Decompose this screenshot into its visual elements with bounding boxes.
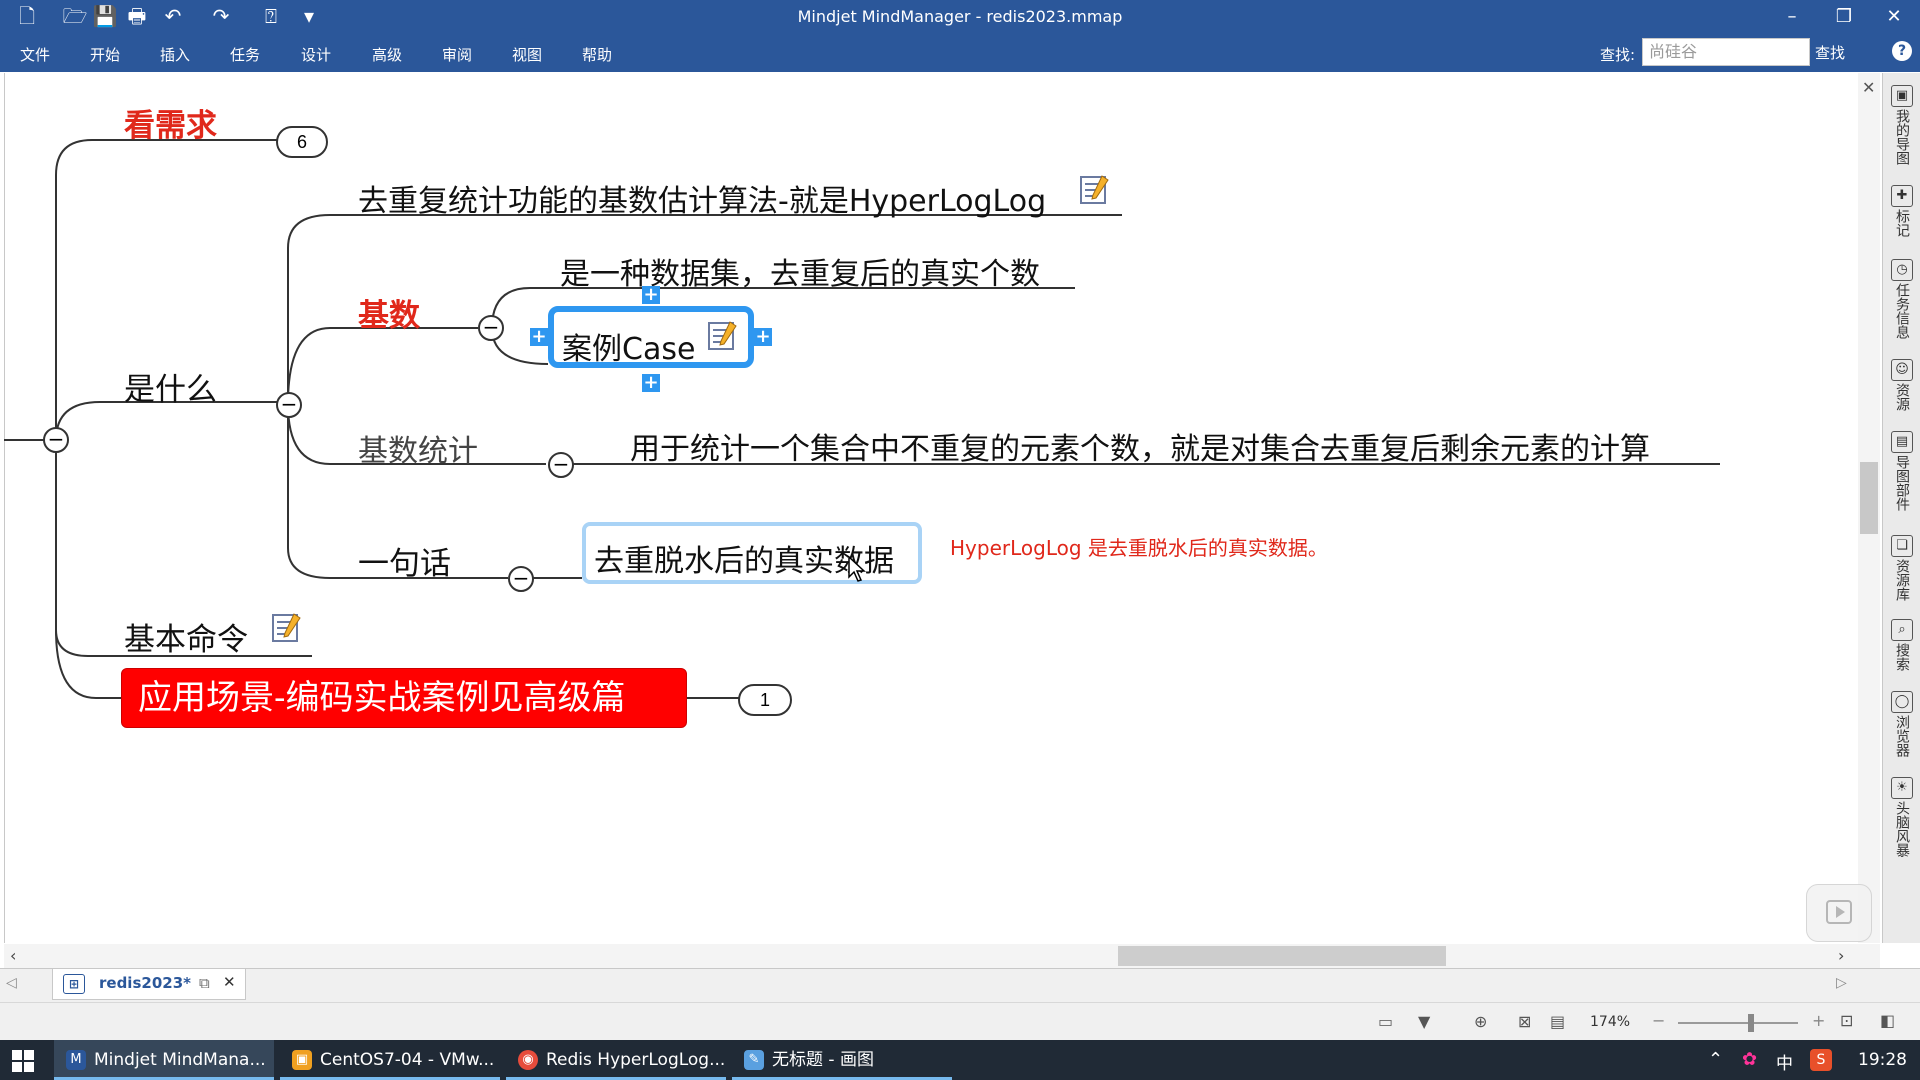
note-icon[interactable] xyxy=(270,610,302,644)
zoom-level: 174% xyxy=(1590,1014,1631,1030)
taskbar-item-vmware[interactable]: ▣ CentOS7-04 - VMw... xyxy=(280,1040,500,1080)
paint-app-icon: ✎ xyxy=(744,1050,764,1070)
topic-yijuhua-definition-box[interactable]: 去重脱水后的真实数据 xyxy=(582,522,922,584)
topic-jishu-definition[interactable]: 是一种数据集，去重复后的真实个数 xyxy=(560,249,1040,293)
topic-yingyong-changjing[interactable]: 应用场景-编码实战案例见高级篇 xyxy=(121,668,687,728)
tray-app-icon[interactable]: ✿ xyxy=(1742,1049,1757,1070)
status-bar: ▭ ▼ ⊕ ⊠ ▤ 174% − + ⊡ ◧ xyxy=(0,1002,1920,1041)
tray-expand-icon[interactable]: ⌃ xyxy=(1708,1049,1723,1070)
my-maps-icon: ▣ xyxy=(1891,85,1913,107)
document-tab-bar: ◁ ⊞ redis2023* ⧉ ✕ ▷ xyxy=(0,968,1920,1003)
collapse-jishu-button[interactable]: − xyxy=(478,315,504,341)
topic-shi-shenme[interactable]: 是什么 xyxy=(124,364,217,409)
topic-kan-xuqiu[interactable]: 看需求 xyxy=(124,100,217,145)
resources-icon: ☺ xyxy=(1891,359,1913,381)
scroll-right-icon[interactable]: › xyxy=(1838,946,1844,965)
add-topic-bottom-icon[interactable]: + xyxy=(642,374,660,392)
vertical-scroll-thumb[interactable] xyxy=(1860,462,1878,534)
tab-scroll-left-icon[interactable]: ◁ xyxy=(6,975,17,991)
search-icon: ⌕ xyxy=(1891,619,1913,641)
mindmap-file-icon: ⊞ xyxy=(63,974,85,994)
topic-hll-definition[interactable]: 去重复统计功能的基数估计算法-就是HyperLogLog xyxy=(358,176,1046,220)
library-icon: ❏ xyxy=(1891,535,1913,557)
collapse-jishutongji-button[interactable]: − xyxy=(548,452,574,478)
layout-menu-icon[interactable]: ◧ xyxy=(1880,1011,1895,1030)
taskbar-item-mindmanager[interactable]: M Mindjet MindMana... xyxy=(54,1040,274,1080)
windows-start-icon[interactable] xyxy=(12,1050,34,1072)
taskbar-item-paint[interactable]: ✎ 无标题 - 画图 xyxy=(732,1040,952,1080)
collapsed-count-badge-2[interactable]: 1 xyxy=(738,684,792,716)
tab-close-icon[interactable]: ✕ xyxy=(223,973,236,991)
outline-view-icon[interactable]: ▭ xyxy=(1378,1012,1393,1031)
close-icon[interactable]: ✕ xyxy=(1874,4,1914,30)
topic-jiben-mingling[interactable]: 基本命令 xyxy=(124,614,248,659)
play-icon xyxy=(1826,900,1852,924)
collapse-shishenme-button[interactable]: − xyxy=(276,392,302,418)
vmware-app-icon: ▣ xyxy=(292,1050,312,1070)
pane-markers[interactable]: ✚ 标记 xyxy=(1883,185,1920,237)
markers-icon: ✚ xyxy=(1891,185,1913,207)
pane-search[interactable]: ⌕ 搜索 xyxy=(1883,619,1920,671)
collapsed-count-badge[interactable]: 6 xyxy=(276,126,328,158)
topic-yijuhua[interactable]: 一句话 xyxy=(358,538,451,583)
zoom-out-icon[interactable]: − xyxy=(1652,1011,1665,1030)
pane-library[interactable]: ❏ 资源库 xyxy=(1883,535,1920,601)
topic-case-label: 案例Case xyxy=(562,332,696,367)
add-topic-top-icon[interactable]: + xyxy=(642,286,660,304)
horizontal-scroll-thumb[interactable] xyxy=(1118,946,1446,966)
pane-my-maps[interactable]: ▣ 我的导图 xyxy=(1883,85,1920,165)
pane-task-info[interactable]: ◷ 任务信息 xyxy=(1883,259,1920,339)
pane-map-parts[interactable]: ▤ 导图部件 xyxy=(1883,431,1920,511)
task-info-icon: ◷ xyxy=(1891,259,1913,281)
zoom-slider-thumb[interactable] xyxy=(1748,1014,1754,1032)
mindmanager-app-icon: M xyxy=(66,1050,86,1070)
fit-map-icon[interactable]: ⊠ xyxy=(1518,1012,1531,1031)
pane-resources[interactable]: ☺ 资源 xyxy=(1883,359,1920,411)
page-view-icon[interactable]: ▤ xyxy=(1550,1012,1565,1031)
sogou-input-icon[interactable]: S xyxy=(1810,1049,1832,1071)
tab-float-icon[interactable]: ⧉ xyxy=(199,974,210,992)
topic-tongji-definition[interactable]: 用于统计一个集合中不重复的元素个数，就是对集合去重复后剩余元素的计算 xyxy=(630,424,1650,468)
focus-icon[interactable]: ⊕ xyxy=(1474,1012,1487,1031)
ime-indicator[interactable]: 中 xyxy=(1776,1049,1793,1074)
collapse-root-button[interactable]: − xyxy=(43,427,69,453)
pane-browser[interactable]: ◯ 浏览器 xyxy=(1883,691,1920,757)
chrome-app-icon: ◉ xyxy=(518,1050,538,1070)
taskbar-clock[interactable]: 19:28 xyxy=(1858,1050,1907,1070)
mouse-cursor-icon xyxy=(848,556,866,582)
topic-jishu-tongji[interactable]: 基数统计 xyxy=(358,426,478,470)
windows-taskbar: M Mindjet MindMana... ▣ CentOS7-04 - VMw..… xyxy=(0,1040,1920,1080)
taskbar-item-chrome[interactable]: ◉ Redis HyperLogLog... xyxy=(506,1040,726,1080)
close-view-icon[interactable]: ✕ xyxy=(1862,78,1875,97)
play-overlay-button[interactable] xyxy=(1806,884,1872,942)
task-pane-sidebar: ▣ 我的导图 ✚ 标记 ◷ 任务信息 ☺ 资源 ▤ 导图部件 ❏ 资源库 ⌕ 搜索 ◯ 浏览器 … xyxy=(1882,73,1920,943)
map-parts-icon: ▤ xyxy=(1891,431,1913,453)
add-topic-left-icon[interactable]: + xyxy=(530,328,548,346)
tab-scroll-right-icon[interactable]: ▷ xyxy=(1836,975,1847,991)
zoom-in-icon[interactable]: + xyxy=(1812,1011,1825,1030)
note-icon[interactable] xyxy=(1078,172,1110,206)
pane-brainstorm[interactable]: ☀ 头脑风暴 xyxy=(1883,777,1920,857)
document-tab[interactable]: ⊞ redis2023* ⧉ ✕ xyxy=(52,969,246,1000)
lightbulb-icon: ☀ xyxy=(1891,777,1913,799)
browser-icon: ◯ xyxy=(1891,691,1913,713)
scroll-left-icon[interactable]: ‹ xyxy=(10,946,16,965)
document-tab-label: redis2023* xyxy=(99,974,191,992)
topic-jishu[interactable]: 基数 xyxy=(358,290,420,335)
horizontal-scrollbar[interactable] xyxy=(4,944,1880,968)
help-icon[interactable]: ? xyxy=(1892,41,1912,61)
fit-page-icon[interactable]: ⊡ xyxy=(1840,1011,1853,1030)
topic-case-selected[interactable]: 案例Case xyxy=(548,306,754,368)
collapse-yijuhua-button[interactable]: − xyxy=(508,566,534,592)
zoom-slider[interactable] xyxy=(1678,1022,1798,1024)
note-icon[interactable] xyxy=(706,318,738,352)
add-topic-right-icon[interactable]: + xyxy=(754,328,772,346)
callout-annotation[interactable]: HyperLogLog 是去重脱水后的真实数据。 xyxy=(950,532,1328,561)
filter-icon[interactable]: ▼ xyxy=(1418,1012,1430,1031)
